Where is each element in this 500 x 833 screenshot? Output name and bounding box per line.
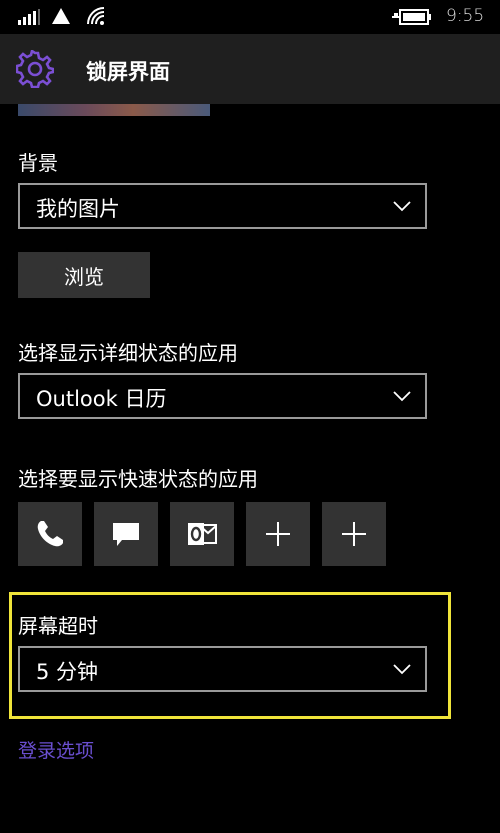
detailed-status-label: 选择显示详细状态的应用 bbox=[18, 341, 238, 365]
screen-timeout-dropdown-value: 5 分钟 bbox=[36, 660, 99, 684]
quick-status-tile-phone[interactable] bbox=[18, 502, 82, 566]
background-label: 背景 bbox=[18, 151, 58, 175]
quick-status-label: 选择要显示快速状态的应用 bbox=[18, 467, 258, 491]
chevron-down-icon bbox=[393, 201, 411, 212]
detailed-status-dropdown-value: Outlook 日历 bbox=[36, 387, 167, 411]
chevron-down-icon bbox=[393, 391, 411, 402]
signal-icon bbox=[18, 9, 40, 25]
background-dropdown[interactable]: 我的图片 bbox=[18, 183, 427, 229]
phone-icon bbox=[37, 521, 63, 547]
page-title: 锁屏界面 bbox=[86, 60, 170, 84]
chevron-down-icon bbox=[393, 664, 411, 675]
add-icon bbox=[342, 522, 366, 546]
no-sim-icon bbox=[52, 8, 70, 24]
add-icon bbox=[266, 522, 290, 546]
message-icon bbox=[113, 523, 139, 546]
quick-status-tile-add-2[interactable] bbox=[322, 502, 386, 566]
outlook-icon bbox=[188, 523, 217, 545]
browse-button[interactable]: 浏览 bbox=[18, 252, 150, 298]
quick-status-tile-outlook[interactable] bbox=[170, 502, 234, 566]
screen-timeout-label: 屏幕超时 bbox=[18, 614, 98, 638]
status-bar: 9:55 bbox=[0, 0, 500, 34]
clock-time: 9:55 bbox=[446, 6, 485, 26]
gear-icon bbox=[16, 50, 54, 88]
detailed-status-dropdown[interactable]: Outlook 日历 bbox=[18, 373, 427, 419]
sign-in-options-link[interactable]: 登录选项 bbox=[18, 736, 94, 763]
quick-status-tile-add-1[interactable] bbox=[246, 502, 310, 566]
background-dropdown-value: 我的图片 bbox=[36, 197, 120, 221]
quick-status-apps bbox=[18, 502, 388, 566]
battery-charging-icon bbox=[392, 9, 431, 25]
background-preview-image bbox=[18, 104, 210, 116]
quick-status-tile-messaging[interactable] bbox=[94, 502, 158, 566]
wifi-icon bbox=[87, 7, 105, 25]
screen-timeout-dropdown[interactable]: 5 分钟 bbox=[18, 646, 427, 692]
header: 锁屏界面 bbox=[0, 34, 500, 104]
